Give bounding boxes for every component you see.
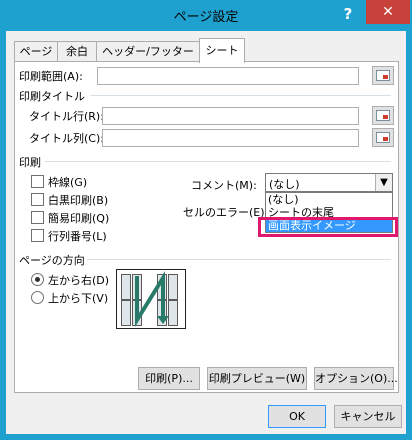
tab-header-footer[interactable]: ヘッダー/フッター — [96, 41, 200, 62]
help-button[interactable]: ? — [336, 2, 360, 26]
over-then-down-radio[interactable] — [31, 291, 44, 304]
gridlines-label: 枠線(G) — [48, 176, 88, 189]
print-titles-heading: 印刷タイトル — [19, 90, 85, 103]
tab-page[interactable]: ページ — [14, 41, 58, 62]
sheet-tab-panel: 印刷範囲(A): 印刷タイトル タイトル行(R): タイトル列(C): 印刷 枠… — [14, 61, 399, 393]
over-then-down-label: 上から下(V) — [48, 292, 109, 305]
page-order-heading: ページの方向 — [19, 254, 85, 267]
cell-errors-label: セルのエラー(E): — [183, 206, 269, 219]
options-button[interactable]: オプション(O)... — [314, 367, 398, 390]
title-columns-label: タイトル列(C): — [29, 132, 104, 145]
title-columns-collapse-button[interactable] — [372, 128, 394, 147]
print-area-collapse-button[interactable] — [372, 66, 394, 85]
range-select-icon — [376, 132, 390, 143]
print-divider — [45, 161, 391, 162]
tab-sheet[interactable]: シート — [199, 38, 245, 63]
page-order-divider — [87, 259, 391, 260]
gridlines-checkbox[interactable] — [31, 175, 44, 188]
title-rows-label: タイトル行(R): — [29, 110, 104, 123]
page-order-arrow-icon — [135, 270, 169, 328]
tab-margins[interactable]: 余白 — [57, 41, 97, 62]
print-area-input[interactable] — [97, 67, 359, 85]
page-order-preview — [116, 269, 186, 329]
draft-quality-checkbox[interactable] — [31, 211, 44, 224]
comment-option-none[interactable]: (なし) — [266, 193, 392, 206]
row-col-headings-checkbox[interactable] — [31, 229, 44, 242]
comments-value: (なし) — [269, 178, 300, 191]
comments-dropdown[interactable]: (なし) ▼ — [265, 173, 393, 192]
print-heading: 印刷 — [19, 156, 41, 169]
print-area-label: 印刷範囲(A): — [19, 70, 83, 83]
row-col-headings-label: 行列番号(L) — [48, 230, 107, 243]
dialog-body: ページ 余白 ヘッダー/フッター シート 印刷範囲(A): 印刷タイトル タイト… — [6, 31, 406, 434]
print-button[interactable]: 印刷(P)... — [138, 367, 200, 390]
close-button[interactable]: ✕ — [366, 0, 410, 24]
black-white-label: 白黒印刷(B) — [48, 194, 109, 207]
chevron-down-icon[interactable]: ▼ — [375, 174, 392, 191]
down-then-over-radio[interactable] — [31, 273, 44, 286]
draft-quality-label: 簡易印刷(Q) — [48, 212, 110, 225]
down-then-over-label: 左から右(D) — [48, 274, 110, 287]
title-bar: ページ設定 ? ✕ — [0, 0, 412, 31]
title-columns-input[interactable] — [102, 129, 359, 147]
highlight-box — [258, 217, 398, 237]
cancel-button[interactable]: キャンセル — [334, 405, 402, 428]
print-preview-button[interactable]: 印刷プレビュー(W) — [207, 367, 307, 390]
ok-button[interactable]: OK — [268, 405, 326, 428]
range-select-icon — [376, 70, 390, 81]
print-titles-divider — [91, 95, 391, 96]
title-rows-collapse-button[interactable] — [372, 106, 394, 125]
comments-label: コメント(M): — [191, 179, 257, 192]
title-rows-input[interactable] — [102, 107, 359, 125]
black-white-checkbox[interactable] — [31, 193, 44, 206]
range-select-icon — [376, 110, 390, 121]
